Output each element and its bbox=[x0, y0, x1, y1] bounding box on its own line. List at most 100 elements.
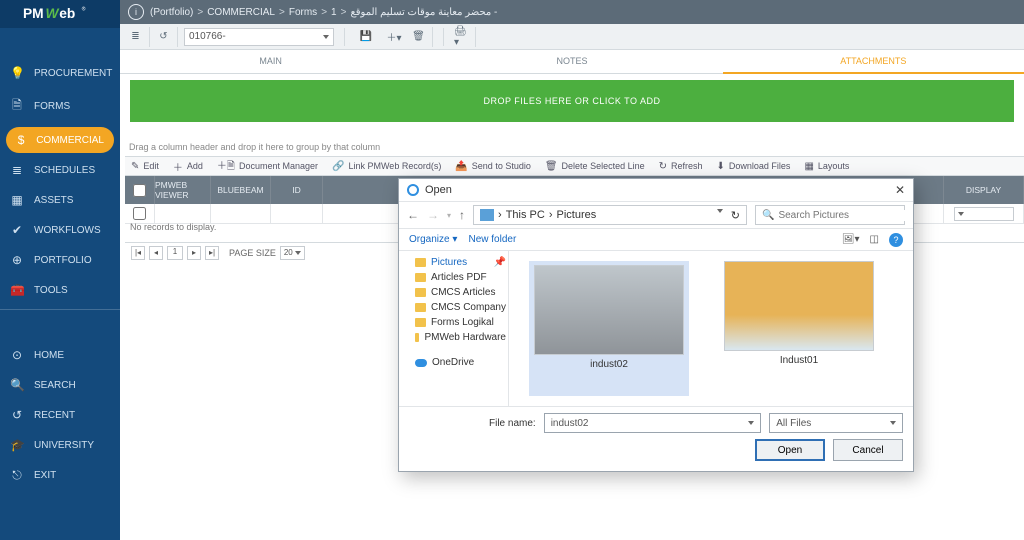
nav-up-icon[interactable]: ↑ bbox=[459, 208, 465, 222]
nav-recent-icon[interactable]: ▾ bbox=[447, 211, 451, 220]
action-download-files[interactable]: ⬇Download Files bbox=[717, 161, 791, 172]
tree-item[interactable]: CMCS Articles bbox=[415, 285, 506, 300]
help-icon[interactable]: ? bbox=[889, 233, 903, 247]
row-checkbox[interactable] bbox=[133, 207, 146, 220]
action-document-manager[interactable]: ＋🗎Document Manager bbox=[217, 157, 318, 176]
action-delete-selected-line[interactable]: 🗑Delete Selected Line bbox=[545, 161, 645, 172]
nav-back-icon[interactable]: ← bbox=[407, 208, 419, 222]
tab-main[interactable]: MAIN bbox=[120, 50, 421, 73]
group-header[interactable]: Drag a column header and drop it here to… bbox=[125, 140, 1024, 156]
close-icon[interactable]: ✕ bbox=[895, 183, 905, 197]
open-button[interactable]: Open bbox=[755, 439, 825, 461]
sidebar-icon: 🧰 bbox=[10, 283, 24, 297]
sidebar-item-tools[interactable]: 🧰TOOLS bbox=[0, 275, 120, 305]
th-display[interactable]: DISPLAY bbox=[944, 176, 1024, 204]
print-icon[interactable]: 🖨▾ bbox=[454, 27, 476, 47]
sidebar-icon: ▦ bbox=[10, 193, 24, 207]
file-card[interactable]: Indust01 bbox=[719, 261, 879, 396]
search-input[interactable]: 🔍 bbox=[755, 205, 905, 225]
sidebar-item-assets[interactable]: ▦ASSETS bbox=[0, 185, 120, 215]
tab-attachments[interactable]: ATTACHMENTS bbox=[723, 50, 1024, 74]
file-open-dialog: Open ✕ ← → ▾ ↑ ›This PC›Pictures ↻ 🔍 Org… bbox=[398, 178, 914, 472]
folder-icon bbox=[415, 288, 426, 297]
info-icon[interactable]: i bbox=[128, 4, 144, 20]
th-id[interactable]: ID bbox=[271, 176, 323, 204]
filter-select[interactable]: All Files bbox=[769, 413, 903, 433]
pager-last[interactable]: ▸| bbox=[205, 246, 219, 260]
sidebar-item-commercial[interactable]: $COMMERCIAL bbox=[6, 127, 114, 153]
pc-icon bbox=[480, 209, 494, 221]
sidebar-item-workflows[interactable]: ✔WORKFLOWS bbox=[0, 215, 120, 245]
view-icon[interactable]: 🖼▾ bbox=[842, 234, 860, 245]
folder-icon bbox=[415, 273, 426, 282]
pager-prev[interactable]: ◂ bbox=[149, 246, 163, 260]
tab-notes[interactable]: NOTES bbox=[421, 50, 722, 73]
th-bluebeam[interactable]: BLUEBEAM bbox=[211, 176, 271, 204]
sidebar-icon: ≣ bbox=[10, 163, 24, 177]
nav-forward-icon[interactable]: → bbox=[427, 208, 439, 222]
tree-item[interactable]: CMCS Company bbox=[415, 300, 506, 315]
sidebar-item-procurement[interactable]: 💡PROCUREMENT bbox=[0, 58, 120, 88]
sidebar-item-schedules[interactable]: ≣SCHEDULES bbox=[0, 155, 120, 185]
search-icon: 🔍 bbox=[762, 210, 774, 221]
logo: PMWeb® bbox=[0, 0, 120, 28]
sidebar-icon: 🔍 bbox=[10, 378, 24, 392]
dialog-side-tree[interactable]: Pictures📌Articles PDFCMCS ArticlesCMCS C… bbox=[399, 251, 509, 406]
sidebar-item-exit[interactable]: ⎋EXIT bbox=[0, 460, 120, 491]
action-refresh[interactable]: ↻Refresh bbox=[659, 161, 703, 172]
pager-size-label: PAGE SIZE bbox=[229, 248, 276, 258]
pager-current[interactable]: 1 bbox=[167, 246, 183, 260]
breadcrumb[interactable]: (Portfolio) > COMMERCIAL > Forms > 1 > م… bbox=[150, 7, 497, 18]
delete-icon[interactable]: 🗑 bbox=[411, 27, 433, 47]
list-icon[interactable]: ≣ bbox=[128, 27, 150, 47]
nav-path[interactable]: ›This PC›Pictures ↻ bbox=[473, 205, 747, 225]
save-icon[interactable]: 💾 bbox=[355, 27, 377, 47]
record-dropdown[interactable]: 010766- bbox=[184, 28, 334, 46]
tree-item[interactable]: Pictures📌 bbox=[415, 255, 506, 270]
sidebar-item-portfolio[interactable]: ⊕PORTFOLIO bbox=[0, 245, 120, 275]
sidebar-icon: 🗎 bbox=[10, 96, 24, 117]
preview-icon[interactable]: ◫ bbox=[870, 234, 879, 245]
new-folder-button[interactable]: New folder bbox=[469, 234, 517, 245]
file-name: indust02 bbox=[590, 359, 628, 370]
sidebar-item-university[interactable]: 🎓UNIVERSITY bbox=[0, 430, 120, 460]
svg-text:W: W bbox=[45, 6, 59, 21]
action-edit[interactable]: ✎Edit bbox=[131, 161, 159, 172]
sidebar-item-forms[interactable]: 🗎FORMS bbox=[0, 88, 120, 125]
sidebar: PMWeb® 💡PROCUREMENT🗎FORMS$COMMERCIAL≣SCH… bbox=[0, 0, 120, 540]
file-card[interactable]: indust02 bbox=[529, 261, 689, 396]
cloud-icon bbox=[415, 359, 427, 367]
dialog-icon bbox=[407, 184, 419, 196]
sidebar-item-recent[interactable]: ↺RECENT bbox=[0, 400, 120, 430]
sidebar-icon: ↺ bbox=[10, 408, 24, 422]
file-dropzone[interactable]: DROP FILES HERE OR CLICK TO ADD bbox=[130, 80, 1014, 122]
cancel-button[interactable]: Cancel bbox=[833, 439, 903, 461]
add-icon[interactable]: ＋▾ bbox=[383, 27, 405, 47]
pager-first[interactable]: |◂ bbox=[131, 246, 145, 260]
display-select[interactable] bbox=[954, 207, 1014, 221]
th-pmviewer[interactable]: PMWEB VIEWER bbox=[155, 176, 211, 204]
pager-next[interactable]: ▸ bbox=[187, 246, 201, 260]
pager-size[interactable]: 20 bbox=[280, 246, 305, 260]
refresh-icon[interactable]: ↻ bbox=[731, 209, 740, 222]
sidebar-item-search[interactable]: 🔍SEARCH bbox=[0, 370, 120, 400]
history-icon[interactable]: ↺ bbox=[156, 27, 178, 47]
action-link-pmweb-record-s-[interactable]: 🔗Link PMWeb Record(s) bbox=[332, 161, 441, 172]
onedrive-item[interactable]: OneDrive bbox=[415, 355, 506, 370]
filename-input[interactable]: indust02 bbox=[544, 413, 762, 433]
folder-icon bbox=[415, 303, 426, 312]
thumbnail bbox=[724, 261, 874, 351]
svg-text:PM: PM bbox=[23, 6, 44, 21]
sidebar-icon: $ bbox=[16, 133, 26, 147]
action-add[interactable]: ＋Add bbox=[173, 159, 203, 174]
tree-item[interactable]: Articles PDF bbox=[415, 270, 506, 285]
sidebar-item-home[interactable]: ⊙HOME bbox=[0, 340, 120, 370]
sidebar-icon: 🎓 bbox=[10, 438, 24, 452]
organize-button[interactable]: Organize ▾ bbox=[409, 234, 457, 245]
tree-item[interactable]: PMWeb Hardware bbox=[415, 330, 506, 345]
action-layouts[interactable]: ▦Layouts bbox=[804, 161, 849, 172]
action-send-to-studio[interactable]: 📤Send to Studio bbox=[455, 161, 531, 172]
dialog-file-pane[interactable]: indust02 Indust01 bbox=[509, 251, 913, 406]
th-checkbox[interactable] bbox=[125, 176, 155, 204]
tree-item[interactable]: Forms Logikal bbox=[415, 315, 506, 330]
